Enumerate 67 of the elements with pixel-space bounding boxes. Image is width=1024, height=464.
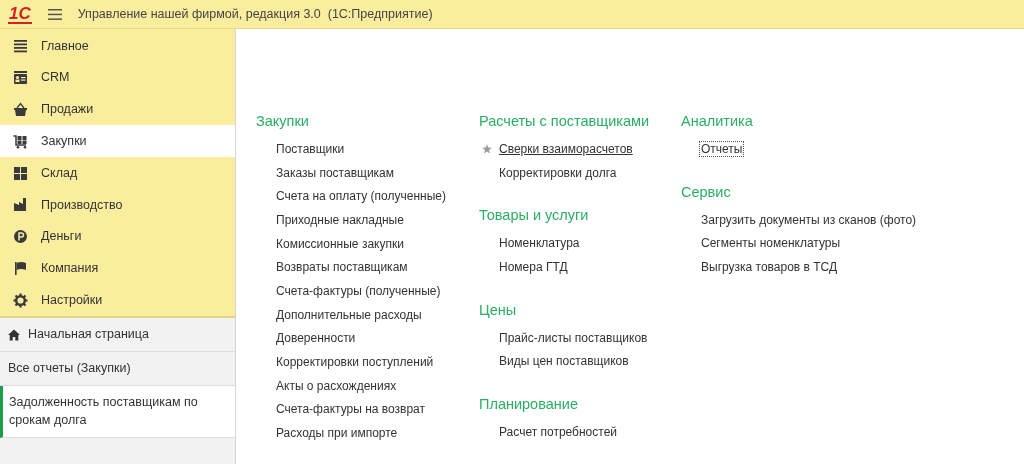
- nav-link[interactable]: Номенклатура: [497, 235, 582, 252]
- nav-link[interactable]: Расчет потребностей: [497, 423, 620, 440]
- nav-link[interactable]: Отчеты: [699, 140, 745, 157]
- nav-link[interactable]: Прайс-листы поставщиков: [497, 329, 650, 346]
- nav-link[interactable]: Корректировки поступлений: [274, 354, 436, 371]
- gear-icon: [13, 292, 28, 308]
- nav-link[interactable]: Приходные накладные: [274, 211, 406, 228]
- nav-link[interactable]: Счета-фактуры (полученные): [274, 282, 443, 299]
- section-label: Продажи: [41, 101, 94, 119]
- star-icon[interactable]: [482, 143, 492, 154]
- section-item[interactable]: Деньги: [0, 220, 235, 253]
- section-label: Производство: [41, 196, 123, 214]
- section-label: Настройки: [41, 291, 103, 309]
- home-icon: [8, 328, 20, 341]
- nav-link[interactable]: Номера ГТД: [497, 258, 570, 275]
- group-heading: Сервис: [681, 182, 732, 201]
- logo: 1С: [8, 4, 32, 24]
- nav-link[interactable]: Выгрузка товаров в ТСД: [699, 258, 840, 275]
- section-item[interactable]: Настройки: [0, 284, 235, 317]
- section-item[interactable]: CRM: [0, 61, 235, 94]
- section-item[interactable]: Производство: [0, 189, 235, 221]
- open-window-tab[interactable]: Начальная страница: [0, 318, 235, 352]
- nav-link[interactable]: Заказы поставщикам: [274, 164, 397, 181]
- group-heading: Товары и услуги: [479, 206, 590, 225]
- group-heading: Расчеты с поставщиками: [479, 112, 651, 130]
- section-label: Закупки: [41, 132, 87, 150]
- open-window-label: Начальная страница: [28, 326, 149, 344]
- group-heading: Планирование: [479, 395, 579, 414]
- list-icon: [13, 38, 28, 54]
- nav-link[interactable]: Счета-фактуры на возврат: [274, 401, 428, 418]
- section-label: Главное: [41, 37, 89, 55]
- section-label: Деньги: [41, 228, 82, 246]
- nav-link[interactable]: Поставщики: [274, 140, 347, 157]
- cart-icon: [13, 133, 28, 149]
- nav-link[interactable]: Счета на оплату (полученные): [274, 188, 448, 205]
- coin-icon: [13, 229, 28, 245]
- section-item[interactable]: Закупки: [0, 125, 235, 158]
- section-label: Склад: [41, 164, 78, 182]
- section-item[interactable]: Склад: [0, 157, 235, 189]
- section-item[interactable]: Компания: [0, 252, 235, 285]
- factory-icon: [13, 197, 28, 213]
- nav-link[interactable]: Доверенности: [274, 330, 358, 347]
- section-item[interactable]: Продажи: [0, 93, 235, 126]
- flag-icon: [13, 260, 28, 276]
- nav-link[interactable]: Сегменты номенклатуры: [699, 235, 843, 252]
- nav-link[interactable]: Акты о расхождениях: [274, 377, 399, 394]
- grid-icon: [13, 165, 28, 181]
- window-title: Управление нашей фирмой, редакция 3.0 (1С:Предприятие): [77, 5, 433, 23]
- section-item[interactable]: Главное: [0, 30, 235, 62]
- open-window-tab[interactable]: Задолженность поставщикам по срокам долга: [0, 385, 235, 439]
- nav-link[interactable]: Корректировки долга: [497, 164, 619, 181]
- nav-link[interactable]: Расходы при импорте: [274, 425, 400, 442]
- section-label: CRM: [41, 69, 70, 87]
- group-heading: Аналитика: [681, 112, 754, 130]
- section-label: Компания: [41, 260, 99, 278]
- nav-link[interactable]: Дополнительные расходы: [274, 306, 424, 323]
- group-heading: Закупки: [256, 112, 310, 130]
- group-heading: Цены: [479, 300, 518, 319]
- basket-icon: [13, 102, 28, 117]
- nav-link[interactable]: Возвраты поставщикам: [274, 259, 410, 276]
- nav-link[interactable]: Виды цен поставщиков: [497, 353, 631, 370]
- contact-card-icon: [13, 70, 28, 86]
- nav-link[interactable]: Сверки взаиморасчетов: [497, 140, 635, 157]
- menu-icon[interactable]: [47, 8, 62, 20]
- nav-link[interactable]: Загрузить документы из сканов (фото): [699, 211, 919, 228]
- nav-link[interactable]: Комиссионные закупки: [274, 235, 406, 252]
- open-window-tab[interactable]: Все отчеты (Закупки): [0, 351, 235, 386]
